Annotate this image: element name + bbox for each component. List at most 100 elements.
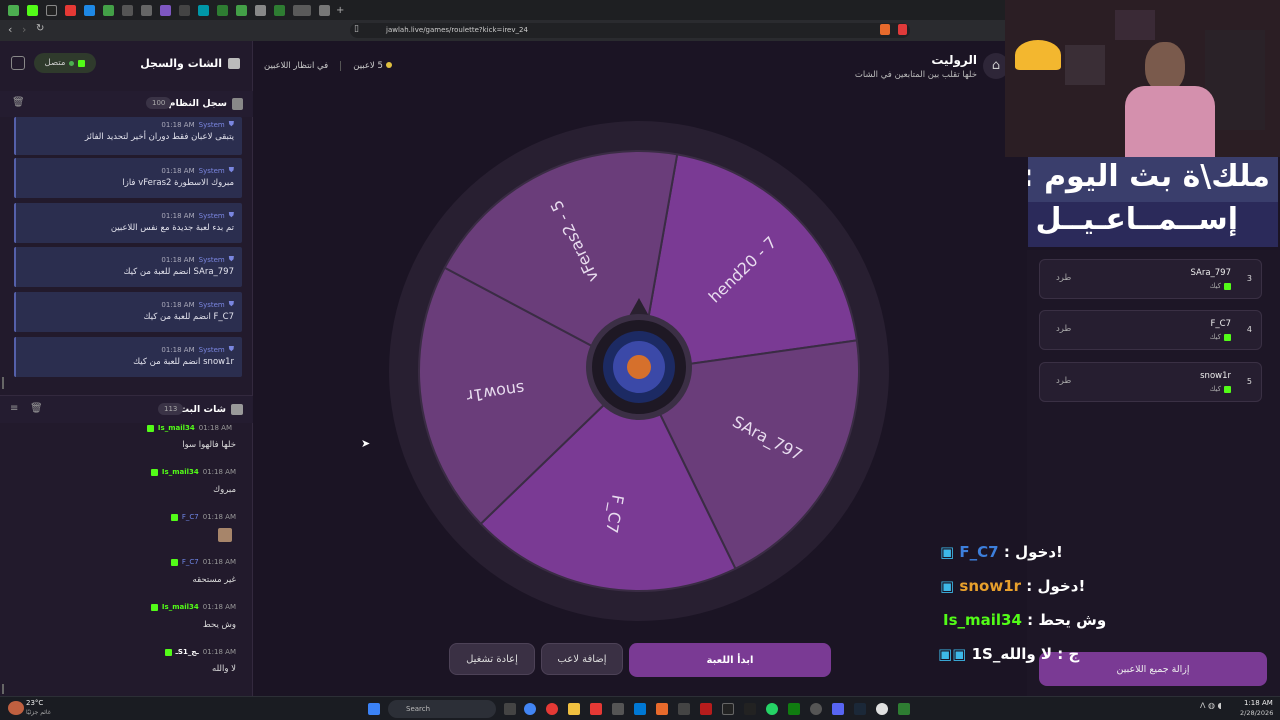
- bookmark-icon[interactable]: ▯: [354, 24, 359, 34]
- players-panel: 3 SAra_797 كيك طرد 4 F_C7 كيك طرد 5 snow…: [1027, 250, 1280, 696]
- chat-bubble-icon: [228, 58, 240, 69]
- scrollbar[interactable]: [2, 377, 4, 389]
- player-name: SAra_797: [1190, 268, 1231, 278]
- overlay-chat-line: ▣ snow1r : دخول!: [940, 577, 1086, 595]
- player-row: 4 F_C7 كيك طرد: [1039, 310, 1262, 350]
- obs-icon[interactable]: [876, 703, 888, 715]
- tab-favicon[interactable]: [27, 4, 38, 16]
- url-field[interactable]: jawlah.live/games/roulette?kick=irev_24: [350, 23, 910, 38]
- folder-icon[interactable]: [568, 703, 580, 715]
- mouse-cursor: ➤: [361, 437, 371, 450]
- tab-favicon[interactable]: [236, 4, 247, 16]
- system-log-entry: 01:18 AM System ⛊ SAra_797 انضم للعبة من ك…: [14, 247, 242, 287]
- collapse-panel-icon[interactable]: [11, 56, 25, 70]
- overlay-chat-line: ▣ F_C7 : دخول!: [940, 543, 1063, 561]
- kick-player-button[interactable]: طرد: [1056, 324, 1071, 334]
- player-name: F_C7: [1210, 319, 1231, 329]
- app-icon[interactable]: [634, 703, 646, 715]
- chat-message-text: مبروك: [213, 485, 236, 495]
- chrome-icon[interactable]: [524, 703, 536, 715]
- add-player-button[interactable]: إضافة لاعب: [541, 643, 623, 675]
- chat-log-panel: الشات والسجل متصل سجل النظام 100 🗑 01:18…: [0, 41, 253, 696]
- app-icon[interactable]: [612, 703, 624, 715]
- tab-favicon[interactable]: [217, 4, 228, 16]
- tab-favicon[interactable]: [319, 4, 330, 16]
- start-game-button[interactable]: ابدأ اللعبة: [629, 643, 831, 677]
- active-tab[interactable]: [293, 4, 311, 16]
- tab-favicon[interactable]: [141, 4, 152, 16]
- app-icon[interactable]: [546, 703, 558, 715]
- tab-favicon[interactable]: [122, 4, 133, 16]
- taskbar: 23°C غائم جزئيًا Search ᐱ ◍ ◖ 1:18 AM 2/…: [0, 696, 1280, 720]
- tab-favicon[interactable]: [84, 4, 95, 16]
- overlay-chat-line: Is_mail34 : وش يحط: [943, 611, 1107, 629]
- system-log-entry: 01:18 AM System ⛊ تم بدء لعبة جديدة مع نفس…: [14, 203, 242, 243]
- scrollbar[interactable]: [2, 684, 4, 694]
- app-icon[interactable]: [722, 703, 734, 715]
- online-dot-icon: [69, 60, 75, 66]
- tab-favicon[interactable]: [46, 4, 57, 16]
- roulette-wheel[interactable]: hend20 - 7SAra_797F_C7snow1rvFeras2 - 5: [388, 120, 890, 622]
- add-tab-icon[interactable]: +: [336, 5, 344, 16]
- address-bar: ‹ › ↻ ▯ jawlah.live/games/roulette?kick=…: [0, 20, 1005, 41]
- weather-desc: غائم جزئيًا: [26, 709, 51, 716]
- system-log-title: سجل النظام: [168, 98, 227, 109]
- chat-message-text: لا والله: [212, 664, 236, 674]
- whatsapp-icon[interactable]: [766, 703, 778, 715]
- reload-icon[interactable]: ↻: [36, 23, 44, 34]
- app-icon[interactable]: [700, 703, 712, 715]
- system-tray[interactable]: ᐱ ◍ ◖: [1200, 701, 1222, 710]
- system-log-entry: 01:18 AM System ⛊ F_C7 انضم للعبة من كيك: [14, 292, 242, 332]
- xbox-icon[interactable]: [788, 703, 800, 715]
- tab-favicon[interactable]: [160, 4, 171, 16]
- clock-date: 2/28/2026: [1240, 709, 1274, 717]
- trash-icon[interactable]: 🗑: [12, 97, 25, 108]
- steam-icon[interactable]: [854, 703, 866, 715]
- windows-start-icon[interactable]: [368, 703, 380, 715]
- tab-favicon[interactable]: [8, 4, 19, 16]
- chat-meta: F_C7 01:18 AM: [170, 513, 236, 521]
- forward-icon[interactable]: ›: [22, 23, 26, 36]
- chat-message-text: غير مستحقه: [192, 575, 236, 585]
- status-dot: [385, 62, 392, 68]
- youtube-icon[interactable]: [590, 703, 602, 715]
- chat-bubble-icon: [231, 404, 243, 415]
- roulette-main: ⌂ الروليت خلها تقلب بين المتابعين في الش…: [253, 41, 1009, 696]
- stream-chat-header: شات البث 113 ≡ 🗑: [0, 395, 253, 423]
- app-icon[interactable]: [678, 703, 690, 715]
- task-view-icon[interactable]: [504, 703, 516, 715]
- panel-title: الشات والسجل: [140, 57, 222, 70]
- tab-favicon[interactable]: [255, 4, 266, 16]
- discord-icon[interactable]: [832, 703, 844, 715]
- tab-favicon[interactable]: [274, 4, 285, 16]
- brave-icon[interactable]: [656, 703, 668, 715]
- tab-favicon[interactable]: [65, 4, 76, 16]
- tab-favicon[interactable]: [103, 4, 114, 16]
- page-subtitle: خلها تقلب بين المتابعين في الشات: [854, 70, 977, 80]
- chat-meta: ـS1_ـج 01:18 AM: [164, 648, 236, 656]
- weather-icon[interactable]: [8, 701, 24, 715]
- browser-tab-strip: +: [0, 0, 1005, 20]
- app-icon[interactable]: [744, 703, 756, 715]
- tab-favicon[interactable]: [179, 4, 190, 16]
- restart-button[interactable]: إعادة تشغيل: [449, 643, 535, 675]
- chat-meta: Is_mail34 01:18 AM: [150, 468, 236, 476]
- chat-meta: Is_mail34 01:18 AM: [146, 424, 232, 432]
- trash-icon[interactable]: 🗑: [30, 403, 43, 414]
- app-icon[interactable]: [810, 703, 822, 715]
- log-icon: [232, 98, 243, 110]
- tab-favicon[interactable]: [198, 4, 209, 16]
- app-icon[interactable]: [898, 703, 910, 715]
- kick-icon: [78, 59, 86, 67]
- filter-icon[interactable]: ≡: [10, 403, 18, 414]
- player-row: 5 snow1r كيك طرد: [1039, 362, 1262, 402]
- kick-player-button[interactable]: طرد: [1056, 273, 1071, 283]
- brave-rewards-icon[interactable]: [898, 24, 907, 35]
- back-icon[interactable]: ‹: [8, 23, 12, 36]
- system-log-header: سجل النظام 100 🗑: [0, 91, 253, 117]
- brave-shield-icon[interactable]: [880, 24, 890, 35]
- kick-player-button[interactable]: طرد: [1056, 376, 1071, 386]
- taskbar-search[interactable]: Search: [388, 700, 496, 718]
- webcam-feed: [1005, 0, 1280, 157]
- banner-line1: ملك\ة بث اليوم :: [1028, 159, 1270, 194]
